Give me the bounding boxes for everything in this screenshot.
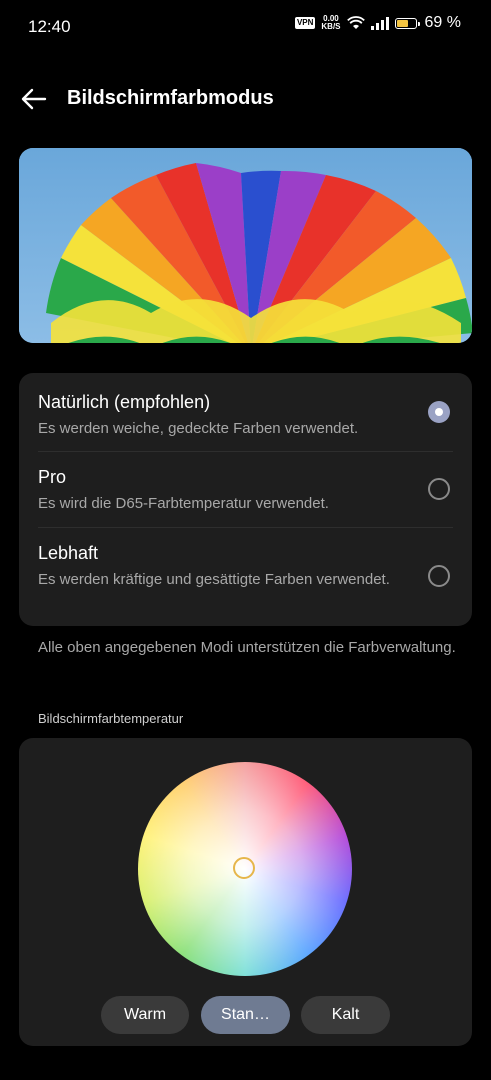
- network-speed: 0.00 KB/S: [321, 15, 340, 31]
- preset-cold-button[interactable]: Kalt: [301, 996, 390, 1034]
- wheel-handle[interactable]: [233, 857, 255, 879]
- status-icons: VPN 0.00 KB/S 69 %: [294, 14, 461, 32]
- preset-warm-button[interactable]: Warm: [101, 996, 189, 1034]
- mode-title: Natürlich (empfohlen): [38, 392, 211, 412]
- parachute-picture: [19, 148, 472, 343]
- mode-description: Es werden kräftige und gesättigte Farben…: [38, 571, 390, 588]
- radio-unselected-icon[interactable]: [428, 478, 450, 500]
- vpn-icon: VPN: [294, 17, 316, 29]
- section-label-temperature: Bildschirmfarbtemperatur: [38, 711, 184, 726]
- color-mode-options: Natürlich (empfohlen) Es werden weiche, …: [19, 373, 472, 626]
- back-button[interactable]: [18, 84, 50, 114]
- preset-label: Warm: [123, 1006, 167, 1023]
- battery-level-fill: [396, 19, 409, 27]
- preset-label: Stan…: [221, 1006, 270, 1023]
- app-header: Bildschirmfarbmodus: [0, 70, 491, 128]
- mode-title: Pro: [38, 467, 67, 487]
- cell-signal-icon: [370, 16, 389, 30]
- mode-option-natural[interactable]: Natürlich (empfohlen) Es werden weiche, …: [19, 373, 472, 451]
- mode-option-pro[interactable]: Pro Es wird die D65-Farbtemperatur verwe…: [19, 452, 472, 527]
- mode-title: Lebhaft: [38, 543, 99, 563]
- battery-icon: [394, 17, 420, 29]
- arrow-left-icon: [21, 88, 47, 110]
- mode-description: Es wird die D65-Farbtemperatur verwendet…: [38, 495, 329, 512]
- page-title: Bildschirmfarbmodus: [67, 87, 274, 109]
- preset-label: Kalt: [331, 1006, 360, 1023]
- mode-description: Es werden weiche, gedeckte Farben verwen…: [38, 420, 359, 437]
- battery-percent: 69 %: [424, 14, 461, 31]
- status-bar: 12:40 VPN 0.00 KB/S 69 %: [0, 0, 491, 56]
- network-speed-unit: KB/S: [321, 22, 341, 31]
- color-temperature-wheel[interactable]: [138, 762, 352, 976]
- preview-image: [19, 148, 472, 343]
- preset-standard-button[interactable]: Stan…: [201, 996, 290, 1034]
- wifi-icon: [346, 16, 365, 29]
- status-time: 12:40: [28, 17, 71, 36]
- color-temperature-card: Warm Stan… Kalt: [19, 738, 472, 1046]
- radio-unselected-icon[interactable]: [428, 565, 450, 587]
- radio-selected-icon[interactable]: [428, 401, 450, 423]
- color-management-note: Alle oben angegebenen Modi unterstützen …: [38, 639, 456, 656]
- mode-option-vivid[interactable]: Lebhaft Es werden kräftige und gesättigt…: [19, 528, 472, 626]
